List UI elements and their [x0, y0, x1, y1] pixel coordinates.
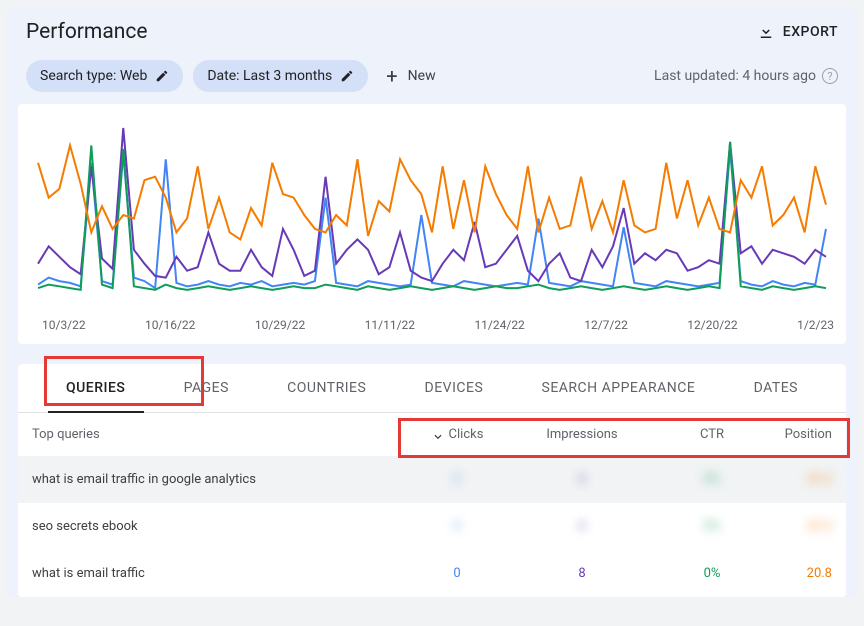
cell-clicks: 0 [402, 566, 512, 581]
cell-clicks: 0 [402, 519, 512, 534]
tab-countries[interactable]: COUNTRIES [283, 364, 370, 412]
download-icon [757, 23, 775, 41]
tab-search-appearance[interactable]: SEARCH APPEARANCE [538, 364, 700, 412]
x-axis-labels: 10/3/22 10/16/22 10/29/22 11/11/22 11/24/22 1… [30, 310, 834, 334]
x-tick: 11/11/22 [365, 318, 415, 332]
tab-pages[interactable]: PAGES [180, 364, 233, 412]
cell-ctr: 0% [652, 472, 772, 487]
cell-query: what is email traffic in google analytic… [32, 472, 402, 487]
col-impressions[interactable]: Impressions [512, 427, 652, 442]
last-updated-text: Last updated: 4 hours ago [654, 68, 816, 84]
cell-impressions: 8 [512, 566, 652, 581]
chip-date-range-label: Date: Last 3 months [207, 68, 332, 84]
export-label: EXPORT [783, 24, 838, 40]
col-clicks-label: Clicks [449, 427, 484, 442]
cell-position: 20.3 [772, 472, 832, 487]
series-position [38, 145, 826, 239]
chip-search-type[interactable]: Search type: Web [26, 60, 183, 92]
table-row[interactable]: what is email traffic080%20.8 [18, 550, 846, 597]
sort-desc-icon [431, 428, 445, 442]
cell-impressions: 8 [512, 472, 652, 487]
tab-queries[interactable]: QUERIES [62, 364, 129, 412]
queries-table: QUERIES PAGES COUNTRIES DEVICES SEARCH A… [18, 364, 846, 597]
performance-panel: Performance EXPORT Search type: Web Date… [6, 6, 858, 597]
cell-position: 20.5 [772, 519, 832, 534]
chip-search-type-label: Search type: Web [40, 68, 147, 84]
col-clicks[interactable]: Clicks [402, 427, 512, 442]
x-tick: 12/7/22 [584, 318, 628, 332]
series-clicks [38, 149, 826, 288]
filter-bar: Search type: Web Date: Last 3 months + N… [6, 54, 858, 104]
x-tick: 12/20/22 [687, 318, 737, 332]
cell-position: 20.8 [772, 566, 832, 581]
col-queries[interactable]: Top queries [32, 427, 402, 442]
plus-icon: + [386, 66, 397, 86]
cell-ctr: 0% [652, 519, 772, 534]
add-filter-button[interactable]: + New [378, 66, 435, 86]
x-tick: 10/16/22 [145, 318, 195, 332]
x-tick: 10/29/22 [255, 318, 305, 332]
export-button[interactable]: EXPORT [757, 23, 838, 41]
table-row[interactable]: what is email traffic in google analytic… [18, 456, 846, 503]
pencil-icon [340, 69, 354, 83]
cell-ctr: 0% [652, 566, 772, 581]
page-title: Performance [26, 20, 147, 44]
pencil-icon [155, 69, 169, 83]
tabs-bar: QUERIES PAGES COUNTRIES DEVICES SEARCH A… [18, 364, 846, 413]
chart-card: 10/3/22 10/16/22 10/29/22 11/11/22 11/24/22 1… [18, 104, 846, 344]
series-impressions [38, 128, 826, 281]
table-row[interactable]: seo secrets ebook080%20.5 [18, 503, 846, 550]
col-position[interactable]: Position [772, 427, 832, 442]
help-icon[interactable]: ? [822, 68, 838, 84]
header: Performance EXPORT [6, 6, 858, 54]
add-filter-label: New [408, 68, 436, 84]
tab-devices[interactable]: DEVICES [421, 364, 488, 412]
x-tick: 1/2/23 [797, 318, 834, 332]
cell-clicks: 0 [402, 472, 512, 487]
col-ctr[interactable]: CTR [652, 427, 772, 442]
line-chart[interactable] [30, 120, 834, 310]
tab-dates[interactable]: DATES [750, 364, 802, 412]
x-tick: 10/3/22 [42, 318, 86, 332]
data-rows: what is email traffic in google analytic… [18, 456, 846, 597]
x-tick: 11/24/22 [474, 318, 524, 332]
column-headers: Top queries Clicks Impressions CTR Posit… [18, 413, 846, 456]
last-updated: Last updated: 4 hours ago ? [654, 68, 838, 84]
cell-query: what is email traffic [32, 566, 402, 581]
chip-date-range[interactable]: Date: Last 3 months [193, 60, 368, 92]
cell-impressions: 8 [512, 519, 652, 534]
cell-query: seo secrets ebook [32, 519, 402, 534]
